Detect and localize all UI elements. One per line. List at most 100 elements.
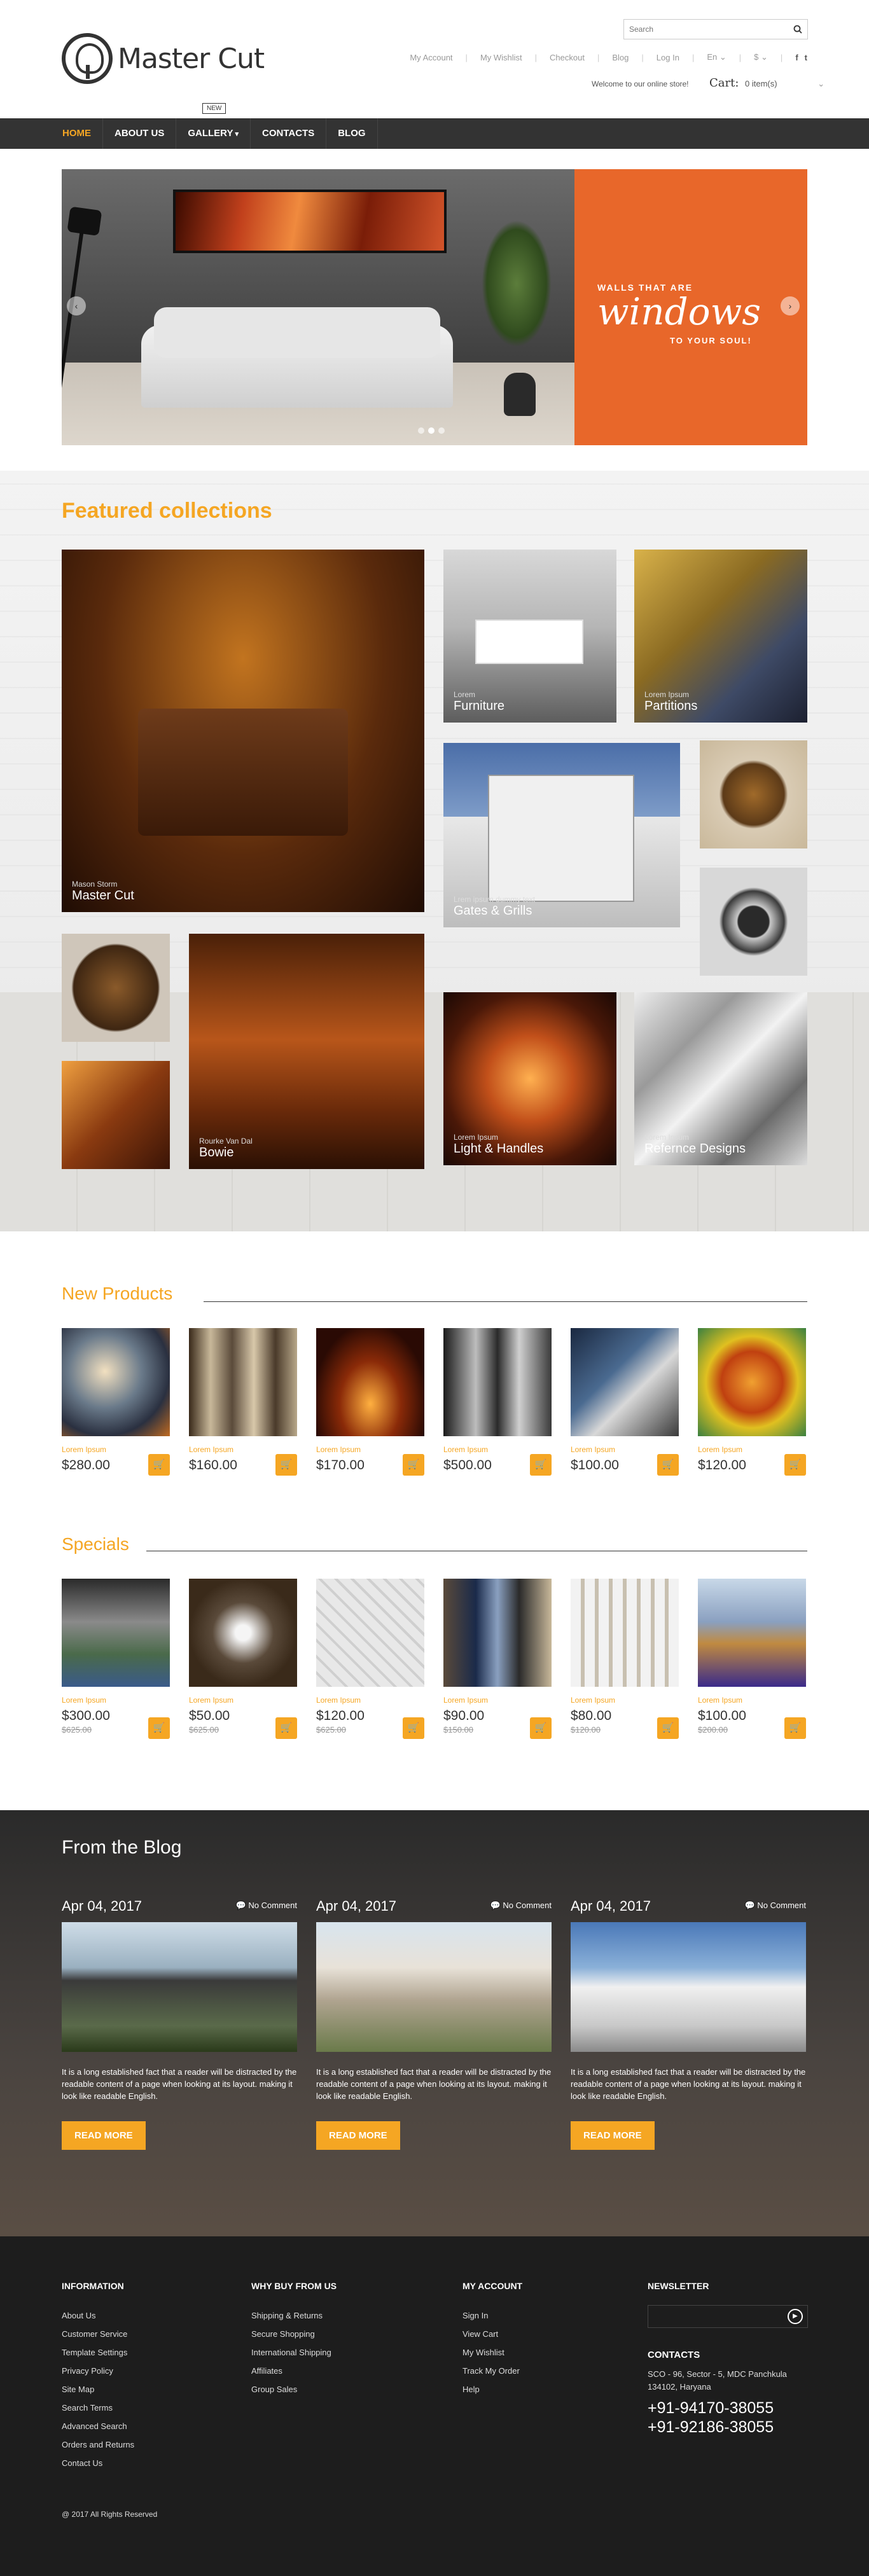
tile-lit-interior[interactable]: [62, 1061, 170, 1169]
read-more-button[interactable]: READ MORE: [62, 2121, 146, 2150]
add-to-cart-icon[interactable]: 🛒: [784, 1454, 806, 1476]
product-card[interactable]: Lorem Ipsum $50.00 $625.00 🛒: [189, 1579, 297, 1739]
add-to-cart-icon[interactable]: 🛒: [784, 1717, 806, 1739]
newsletter-submit-icon[interactable]: ▶: [788, 2309, 803, 2324]
phone-number[interactable]: +91-94170-38055: [648, 2399, 787, 2418]
product-name[interactable]: Lorem Ipsum: [571, 1696, 679, 1705]
add-to-cart-icon[interactable]: 🛒: [530, 1717, 552, 1739]
product-image[interactable]: [571, 1328, 679, 1436]
footer-link[interactable]: Group Sales: [251, 2380, 337, 2399]
add-to-cart-icon[interactable]: 🛒: [148, 1717, 170, 1739]
add-to-cart-icon[interactable]: 🛒: [275, 1454, 297, 1476]
footer-link[interactable]: Site Map: [62, 2380, 134, 2399]
product-card[interactable]: Lorem Ipsum $100.00 🛒: [571, 1328, 679, 1476]
cart-summary[interactable]: Cart: 0 item(s) ⌄: [709, 76, 824, 90]
footer-link[interactable]: Privacy Policy: [62, 2362, 134, 2380]
add-to-cart-icon[interactable]: 🛒: [657, 1454, 679, 1476]
twitter-icon[interactable]: t: [805, 53, 807, 62]
product-image[interactable]: [189, 1328, 297, 1436]
product-name[interactable]: Lorem Ipsum: [316, 1696, 424, 1705]
product-image[interactable]: [62, 1579, 170, 1687]
footer-link[interactable]: Sign In: [462, 2306, 522, 2325]
search-icon[interactable]: [788, 20, 807, 39]
product-name[interactable]: Lorem Ipsum: [189, 1445, 297, 1454]
tile-partitions[interactable]: Lorem Ipsum Partitions: [634, 550, 807, 723]
product-card[interactable]: Lorem Ipsum $90.00 $150.00 🛒: [443, 1579, 552, 1739]
product-name[interactable]: Lorem Ipsum: [62, 1445, 170, 1454]
footer-link[interactable]: Help: [462, 2380, 522, 2399]
add-to-cart-icon[interactable]: 🛒: [403, 1717, 424, 1739]
footer-link[interactable]: About Us: [62, 2306, 134, 2325]
product-name[interactable]: Lorem Ipsum: [62, 1696, 170, 1705]
footer-link[interactable]: Template Settings: [62, 2343, 134, 2362]
footer-link[interactable]: Secure Shopping: [251, 2325, 337, 2343]
nav-blog[interactable]: BLOG: [326, 118, 378, 149]
footer-link[interactable]: Track My Order: [462, 2362, 522, 2380]
product-card[interactable]: Lorem Ipsum $120.00 🛒: [698, 1328, 806, 1476]
my-account-link[interactable]: My Account: [410, 53, 452, 62]
facebook-icon[interactable]: f: [795, 53, 798, 62]
search-input[interactable]: [624, 20, 788, 38]
product-image[interactable]: [316, 1579, 424, 1687]
post-comments[interactable]: 💬 No Comment: [745, 1901, 806, 1911]
product-name[interactable]: Lorem Ipsum: [316, 1445, 424, 1454]
nav-contacts[interactable]: CONTACTS: [251, 118, 327, 149]
product-image[interactable]: [443, 1579, 552, 1687]
tile-tree-panel[interactable]: [62, 934, 170, 1042]
post-comments[interactable]: 💬 No Comment: [490, 1901, 552, 1911]
footer-link[interactable]: My Wishlist: [462, 2343, 522, 2362]
tile-light-handles[interactable]: Lorem Ipsum Light & Handles: [443, 992, 616, 1165]
slider-dot[interactable]: [418, 427, 424, 434]
post-image[interactable]: [571, 1922, 806, 2052]
phone-number[interactable]: +91-92186-38055: [648, 2418, 787, 2437]
product-image[interactable]: [698, 1328, 806, 1436]
product-card[interactable]: Lorem Ipsum $80.00 $120.00 🛒: [571, 1579, 679, 1739]
add-to-cart-icon[interactable]: 🛒: [148, 1454, 170, 1476]
read-more-button[interactable]: READ MORE: [316, 2121, 400, 2150]
product-image[interactable]: [189, 1579, 297, 1687]
footer-link[interactable]: International Shipping: [251, 2343, 337, 2362]
product-image[interactable]: [443, 1328, 552, 1436]
nav-gallery[interactable]: GALLERY ▾: [176, 118, 251, 149]
footer-link[interactable]: Affiliates: [251, 2362, 337, 2380]
add-to-cart-icon[interactable]: 🛒: [275, 1717, 297, 1739]
product-image[interactable]: [316, 1328, 424, 1436]
tile-mandala[interactable]: [700, 868, 807, 976]
product-name[interactable]: Lorem Ipsum: [443, 1445, 552, 1454]
product-card[interactable]: Lorem Ipsum $280.00 🛒: [62, 1328, 170, 1476]
footer-link[interactable]: Shipping & Returns: [251, 2306, 337, 2325]
read-more-button[interactable]: READ MORE: [571, 2121, 655, 2150]
footer-link[interactable]: Search Terms: [62, 2399, 134, 2417]
product-image[interactable]: [571, 1579, 679, 1687]
footer-link[interactable]: Contact Us: [62, 2454, 134, 2472]
add-to-cart-icon[interactable]: 🛒: [530, 1454, 552, 1476]
tile-gates-grills[interactable]: Lrem ipsum dummy text Gates & Grills: [443, 743, 680, 927]
tile-bowie[interactable]: Rourke Van Dal Bowie: [189, 934, 424, 1169]
add-to-cart-icon[interactable]: 🛒: [657, 1717, 679, 1739]
footer-link[interactable]: View Cart: [462, 2325, 522, 2343]
product-card[interactable]: Lorem Ipsum $100.00 $200.00 🛒: [698, 1579, 806, 1739]
product-name[interactable]: Lorem Ipsum: [189, 1696, 297, 1705]
checkout-link[interactable]: Checkout: [550, 53, 585, 62]
product-image[interactable]: [698, 1579, 806, 1687]
nav-home[interactable]: HOME: [51, 118, 103, 149]
nav-about-us[interactable]: ABOUT US: [103, 118, 177, 149]
product-card[interactable]: Lorem Ipsum $170.00 🛒: [316, 1328, 424, 1476]
log-in-link[interactable]: Log In: [657, 53, 679, 62]
tile-wall-art-swirls[interactable]: [700, 740, 807, 848]
product-name[interactable]: Lorem Ipsum: [443, 1696, 552, 1705]
tile-reference-designs[interactable]: Lorem Ipsum Refernce Designs: [634, 992, 807, 1165]
slider-dot-active[interactable]: [428, 427, 434, 434]
post-image[interactable]: [316, 1922, 552, 2052]
product-name[interactable]: Lorem Ipsum: [698, 1445, 806, 1454]
blog-link[interactable]: Blog: [612, 53, 629, 62]
post-comments[interactable]: 💬 No Comment: [236, 1901, 297, 1911]
product-name[interactable]: Lorem Ipsum: [571, 1445, 679, 1454]
product-image[interactable]: [62, 1328, 170, 1436]
slider-dot[interactable]: [438, 427, 445, 434]
tile-master-cut[interactable]: Mason Storm Master Cut: [62, 550, 424, 912]
product-card[interactable]: Lorem Ipsum $300.00 $625.00 🛒: [62, 1579, 170, 1739]
language-select[interactable]: En ⌄: [707, 52, 726, 62]
footer-link[interactable]: Orders and Returns: [62, 2435, 134, 2454]
currency-select[interactable]: $ ⌄: [754, 52, 768, 62]
